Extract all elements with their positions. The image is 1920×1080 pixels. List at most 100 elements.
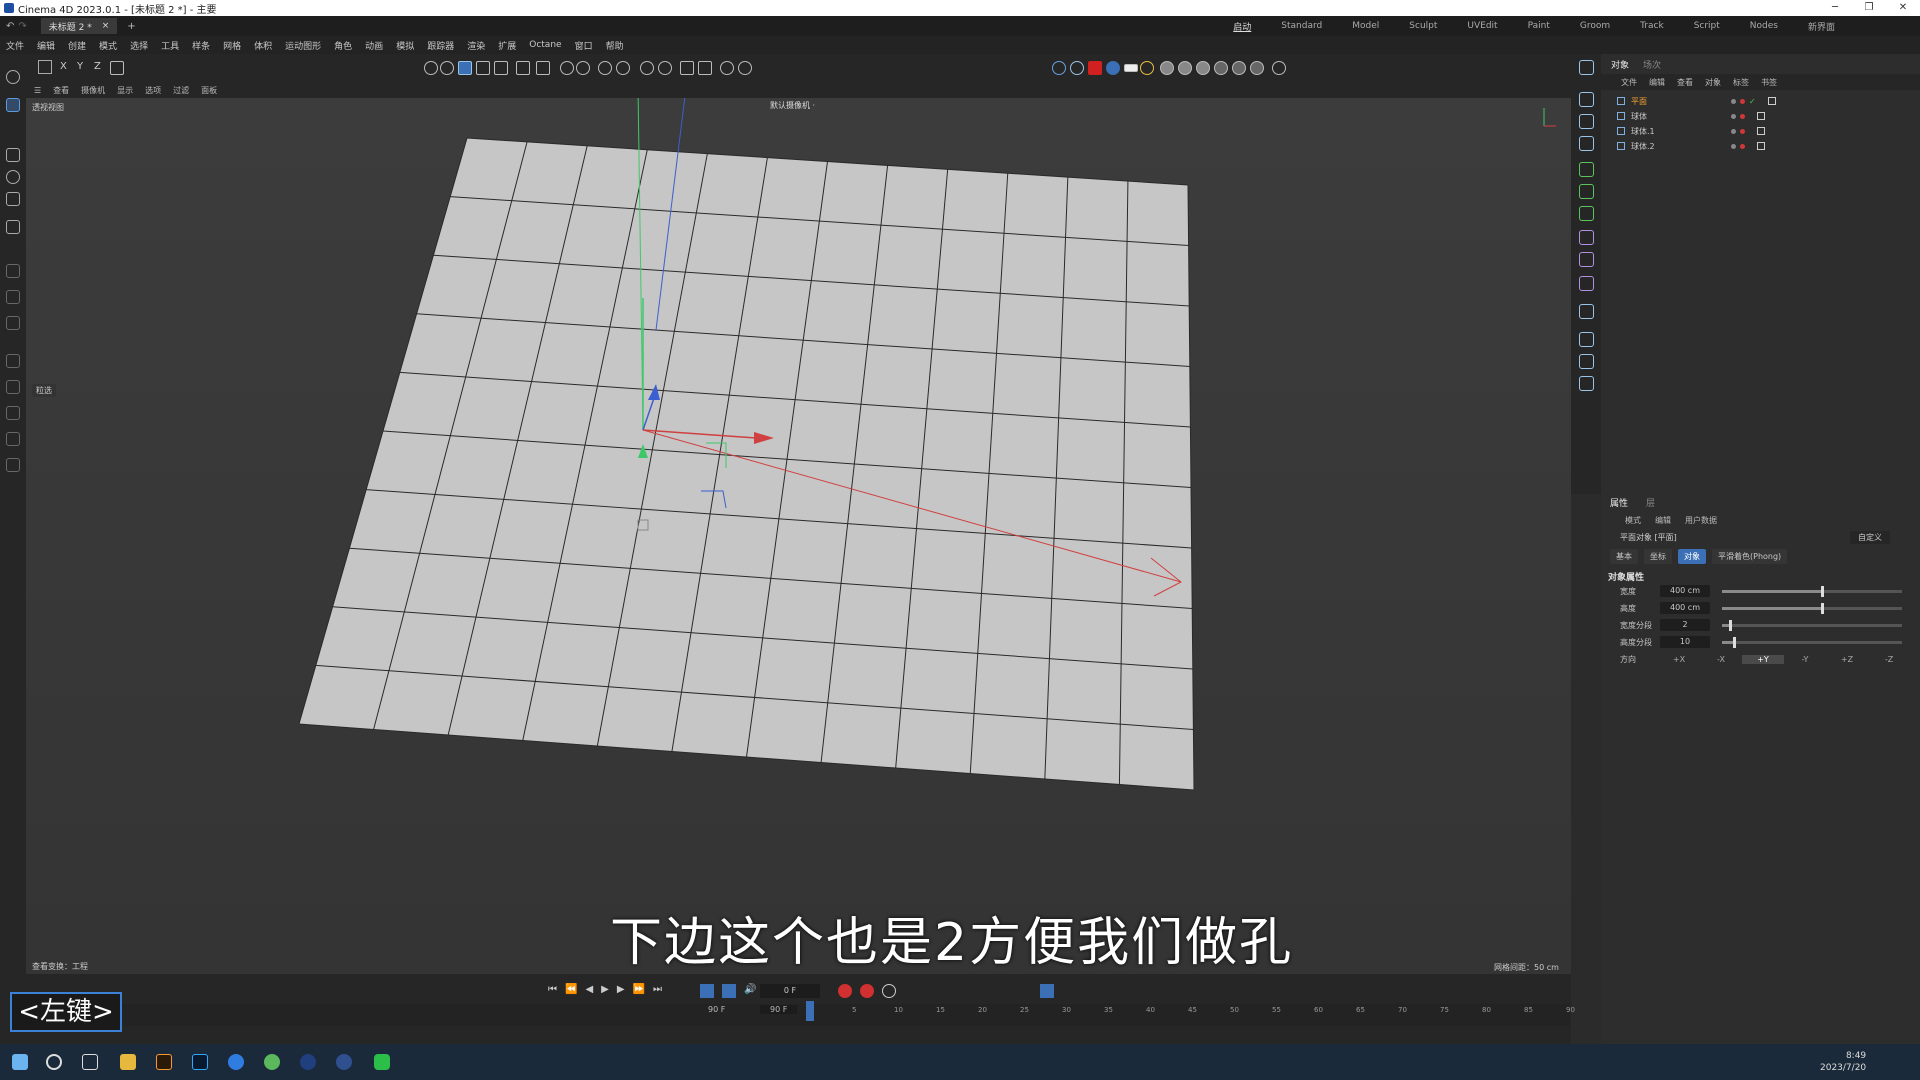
menu-item[interactable]: 网格 [223,39,241,52]
slider-knob[interactable] [1821,602,1824,614]
particle-icon[interactable] [1579,354,1594,369]
property-value-field[interactable]: 400 cm [1660,585,1710,597]
photoshop-icon[interactable] [192,1054,208,1070]
orientation-button[interactable]: +X [1658,655,1700,664]
sun-icon[interactable] [1140,61,1154,75]
camera-icon[interactable] [1579,304,1594,319]
orientation-button[interactable]: +Y [1742,654,1784,664]
visibility-dots[interactable] [1731,98,1745,104]
layout-tab[interactable]: 启动 [1218,20,1266,33]
menu-item[interactable]: 动画 [365,39,383,52]
object-row[interactable]: 平面 ✓ [1601,94,1920,108]
attribute-mode-dropdown[interactable]: 自定义 [1850,531,1890,544]
undo-icon[interactable]: ↶ [6,21,14,32]
redo-icon[interactable]: ↷ [18,21,26,32]
close-tab-icon[interactable]: × [102,21,110,31]
viewport-menu-item[interactable]: 查看 [53,85,69,96]
lock-icon[interactable] [598,61,612,75]
range-icon[interactable] [722,984,736,998]
attribute-subtab[interactable]: 基本 [1610,549,1638,564]
light-icon[interactable] [1579,332,1594,347]
add-tab-button[interactable]: + [127,21,135,32]
object-mode-icon[interactable] [440,61,454,75]
spline-icon[interactable] [1579,276,1594,291]
menu-item[interactable]: 运动图形 [285,39,321,52]
rotate-tool-icon[interactable] [6,170,20,184]
orientation-button[interactable]: +Z [1826,655,1868,664]
windows-start-icon[interactable] [12,1054,28,1070]
orientation-button[interactable]: -Z [1868,655,1910,664]
model-tool-icon[interactable] [6,354,20,368]
cinema4d-icon-2[interactable] [336,1054,352,1070]
effector-icon[interactable] [1579,206,1594,221]
menu-item[interactable]: Octane [529,40,561,50]
record-icon[interactable] [1088,61,1102,75]
property-slider[interactable] [1722,619,1902,631]
object-menu-item[interactable]: 查看 [1677,77,1693,88]
menu-item[interactable]: 扩展 [498,39,516,52]
file-explorer-icon[interactable] [120,1054,136,1070]
menu-item[interactable]: 角色 [334,39,352,52]
search-icon[interactable] [6,70,20,84]
document-tab[interactable]: 未标题 2 * × [40,18,118,34]
editor-visibility-dot[interactable] [1731,98,1736,104]
attribute-subtab[interactable]: 坐标 [1644,549,1672,564]
editor-visibility-dot[interactable] [1731,143,1736,149]
workplane-icon[interactable] [6,432,20,446]
slider-knob[interactable] [1729,619,1733,631]
next-key-icon[interactable]: ⏩ [633,984,645,995]
enabled-check-icon[interactable]: ✓ [1749,97,1756,106]
camera-label[interactable]: 默认摄像机 · [770,100,815,111]
orientation-button[interactable]: -X [1700,655,1742,664]
viewport-menu-item[interactable]: 选项 [145,85,161,96]
keyframe-icon[interactable] [882,984,896,998]
tag-icon[interactable] [1767,97,1776,105]
viewport[interactable] [26,98,1571,974]
illustrator-icon[interactable] [156,1054,172,1070]
deformer-icon[interactable] [1579,230,1594,245]
texture-tool-icon[interactable] [6,380,20,394]
layout-tab[interactable]: Script [1679,21,1735,31]
orientation-button[interactable]: -Y [1784,655,1826,664]
sphere-icon-1[interactable] [1160,61,1174,75]
settings-gear-icon[interactable] [738,61,752,75]
goto-start-icon[interactable]: ⏮ [548,984,557,995]
attribute-menu-item[interactable]: 模式 [1625,515,1641,526]
layer-icon[interactable] [6,458,20,472]
axis-mode-icon[interactable] [516,61,530,75]
edge-mode-icon[interactable] [494,61,508,75]
property-slider[interactable] [1722,636,1902,648]
cube-icon[interactable] [1579,114,1594,129]
sphere-icon-2[interactable] [1178,61,1192,75]
layout-tab[interactable]: Paint [1513,21,1565,31]
render-visibility-dot[interactable] [1740,128,1745,134]
property-value-field[interactable]: 10 [1660,636,1710,648]
viewport-menu-item[interactable]: 显示 [117,85,133,96]
menu-item[interactable]: 渲染 [467,39,485,52]
goto-end-icon[interactable]: ⏭ [653,984,662,995]
render-active-icon[interactable] [640,61,654,75]
search-taskbar-icon[interactable] [46,1054,62,1070]
minimize-button[interactable]: ─ [1818,0,1852,16]
rect-icon[interactable] [1579,92,1594,107]
scale-tool-icon[interactable] [6,192,20,206]
visibility-dots[interactable] [1731,143,1745,149]
viewport-menu-item[interactable]: 过滤 [173,85,189,96]
viewport-menu-item[interactable]: 面板 [201,85,217,96]
edge-tool-icon[interactable] [6,290,20,304]
menu-item[interactable]: 创建 [68,39,86,52]
autokey-icon[interactable] [860,984,874,998]
picture-viewer-icon[interactable] [698,61,712,75]
menu-item[interactable]: 文件 [6,39,24,52]
snap-icon[interactable] [576,61,590,75]
poly-tool-icon[interactable] [6,264,20,278]
prev-frame-icon[interactable]: ◀ [585,984,593,995]
next-frame-icon[interactable]: ▶ [617,984,625,995]
layout-tab[interactable]: Model [1337,21,1394,31]
maximize-button[interactable]: ❐ [1852,0,1886,16]
layout-tab[interactable]: Groom [1565,21,1625,31]
point-tool-icon[interactable] [6,316,20,330]
wechat-work-icon[interactable] [228,1054,244,1070]
hamburger-icon[interactable]: ☰ [34,86,41,95]
brush-tool-icon[interactable] [6,220,20,234]
